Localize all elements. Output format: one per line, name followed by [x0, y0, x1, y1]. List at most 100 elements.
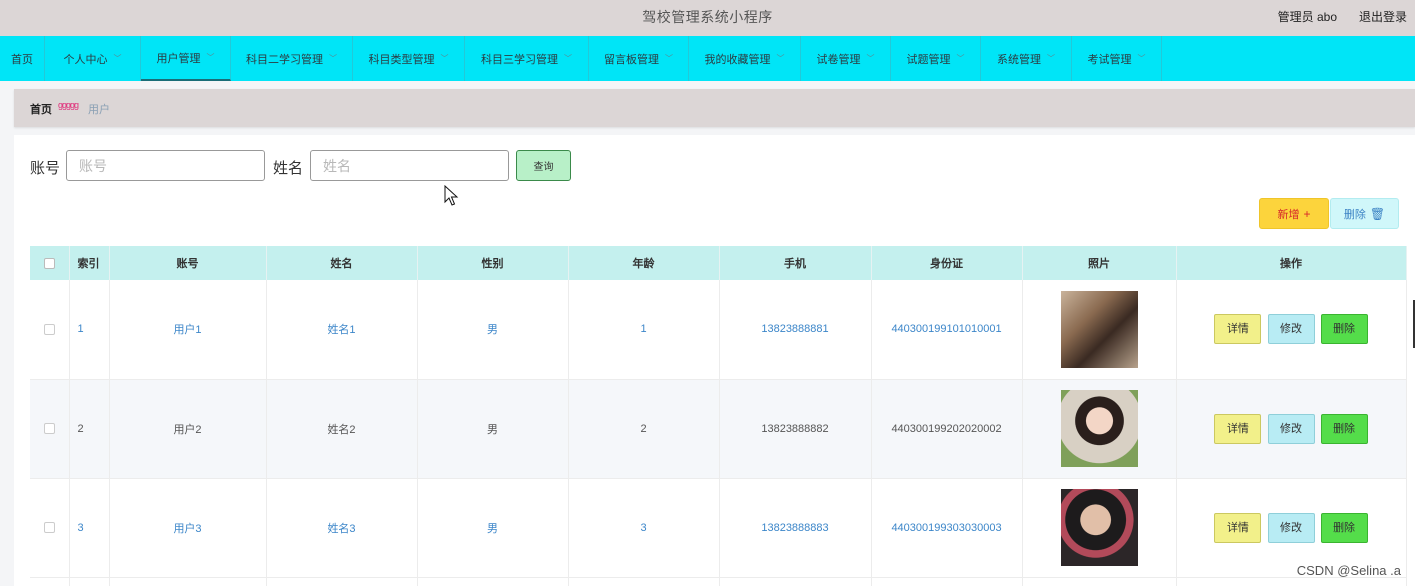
chevron-down-icon: ﹀ — [956, 54, 965, 63]
chevron-down-icon: ﹀ — [329, 54, 337, 63]
main-nav: 首页 个人中心 ﹀ 用户管理 ﹀ 科目二学习管理 ﹀ 科目类型管理 ﹀ 科目三学习管理 ﹀… — [0, 36, 1415, 81]
nav-item-user-management[interactable]: 用户管理 ﹀ — [141, 36, 231, 81]
breadcrumb-home[interactable]: 首页 — [30, 101, 52, 117]
column-header-account: 账号 — [109, 246, 267, 280]
cell-id-card: 440300199101010001 — [871, 280, 1023, 380]
query-button[interactable]: 查询 — [516, 150, 571, 181]
cell-age: 3 — [568, 478, 720, 578]
logout-link[interactable]: 退出登录 — [1359, 0, 1407, 34]
column-header-gender: 性别 — [417, 246, 569, 280]
cell-phone: 13823888881 — [719, 280, 872, 380]
column-header-phone: 手机 — [719, 246, 872, 280]
user-photo — [1060, 489, 1138, 566]
mouse-cursor-icon — [444, 185, 459, 206]
name-label: 姓名 — [273, 160, 304, 177]
top-header: 驾校管理系统小程序 管理员 abo 退出登录 — [0, 0, 1415, 36]
user-photo — [1060, 390, 1138, 467]
cell-age: 2 — [568, 379, 720, 479]
nav-item-subject2-study[interactable]: 科目二学习管理 ﹀ — [231, 36, 353, 81]
cell-photo — [1022, 478, 1177, 578]
column-header-age: 年龄 — [568, 246, 720, 280]
cell-phone: 13823888883 — [719, 478, 872, 578]
cell-index: 2 — [69, 379, 110, 479]
cell-account: 用户3 — [109, 478, 267, 578]
cell-id-card: 440300199303030003 — [871, 478, 1023, 578]
select-all-checkbox[interactable] — [43, 257, 55, 269]
nav-item-subject3-study[interactable]: 科目三学习管理 ﹀ — [465, 36, 589, 81]
cell-actions: 详情 修改 删除 — [1176, 379, 1407, 479]
batch-delete-button[interactable]: 删除 🗑 — [1330, 198, 1399, 229]
row-select-cell — [30, 379, 70, 479]
cell-name: 姓名1 — [266, 280, 418, 380]
select-all-cell — [30, 246, 70, 280]
user-table: 索引 账号 姓名 性别 年龄 手机 身份证 照片 操作 1 用户1 姓名1 男 … — [30, 246, 1407, 586]
row-select-cell — [30, 478, 70, 578]
edit-button[interactable]: 修改 — [1267, 512, 1315, 543]
delete-button[interactable]: 删除 — [1320, 314, 1368, 345]
table-row: 2 用户2 姓名2 男 2 13823888882 44030019920202… — [30, 379, 1407, 479]
nav-item-personal-center[interactable]: 个人中心 ﹀ — [45, 36, 141, 81]
chevron-down-icon: ﹀ — [665, 54, 673, 63]
breadcrumb-current: 用户 — [88, 104, 110, 116]
cell-index: 3 — [69, 478, 110, 578]
table-row: 3 用户3 姓名3 男 3 13823888883 44030019930303… — [30, 478, 1407, 578]
detail-button[interactable]: 详情 — [1214, 512, 1262, 543]
row-select-cell — [30, 280, 70, 380]
cell-photo — [1022, 379, 1177, 479]
row-checkbox[interactable] — [43, 522, 55, 534]
detail-button[interactable]: 详情 — [1214, 413, 1262, 444]
app-title: 驾校管理系统小程序 — [642, 9, 773, 25]
current-user: 管理员 abo — [1277, 10, 1337, 24]
add-button[interactable]: 新增 + — [1259, 198, 1329, 229]
cell-photo — [1022, 280, 1177, 380]
nav-item-my-favorites[interactable]: 我的收藏管理 ﹀ — [689, 36, 801, 81]
cell-age: 1 — [568, 280, 720, 380]
delete-button[interactable]: 删除 — [1320, 512, 1368, 543]
nav-item-exam-paper[interactable]: 试卷管理 ﹀ — [801, 36, 891, 81]
account-search-input[interactable] — [66, 150, 265, 181]
breadcrumb: 首页 ggggg 用户 — [14, 89, 1415, 127]
watermark: CSDN @Selina .a — [1296, 563, 1401, 578]
cell-gender: 男 — [417, 478, 569, 578]
nav-item-message-board[interactable]: 留言板管理 ﹀ — [589, 36, 689, 81]
cell-gender: 男 — [417, 379, 569, 479]
row-checkbox[interactable] — [43, 423, 55, 435]
chevron-down-icon: ﹀ — [564, 54, 572, 63]
cell-phone: 13823888882 — [719, 379, 872, 479]
cell-index: 1 — [69, 280, 110, 380]
cell-gender: 男 — [417, 280, 569, 380]
delete-button[interactable]: 删除 — [1320, 413, 1368, 444]
edit-button[interactable]: 修改 — [1267, 314, 1315, 345]
detail-button[interactable]: 详情 — [1214, 314, 1262, 345]
trash-icon: 🗑 — [1369, 206, 1386, 221]
user-photo — [1060, 290, 1138, 368]
cell-account: 用户1 — [109, 280, 267, 380]
table-row: 1 用户1 姓名1 男 1 13823888881 44030019910101… — [30, 280, 1407, 380]
cell-name: 姓名2 — [266, 379, 418, 479]
account-label: 账号 — [30, 160, 61, 177]
column-header-photo: 照片 — [1022, 246, 1177, 280]
chevron-down-icon: ﹀ — [1137, 54, 1146, 63]
nav-item-exam-management[interactable]: 考试管理 ﹀ — [1072, 36, 1162, 81]
cell-account: 用户2 — [109, 379, 267, 479]
breadcrumb-separator: ggggg — [58, 100, 79, 110]
chevron-down-icon: ﹀ — [206, 53, 215, 62]
chevron-down-icon: ﹀ — [776, 54, 785, 63]
chevron-down-icon: ﹀ — [1047, 54, 1055, 63]
plus-icon: + — [1303, 206, 1311, 221]
nav-item-subject-type[interactable]: 科目类型管理 ﹀ — [353, 36, 465, 81]
chevron-down-icon: ﹀ — [866, 54, 875, 63]
nav-item-exam-questions[interactable]: 试题管理 ﹀ — [891, 36, 981, 81]
edit-button[interactable]: 修改 — [1267, 413, 1315, 444]
cell-name: 姓名3 — [266, 478, 418, 578]
column-header-index: 索引 — [69, 246, 110, 280]
nav-item-home[interactable]: 首页 — [0, 36, 45, 81]
nav-item-system[interactable]: 系统管理 ﹀ — [981, 36, 1072, 81]
table-row — [30, 577, 1407, 586]
chevron-down-icon: ﹀ — [440, 54, 449, 63]
table-header-row: 索引 账号 姓名 性别 年龄 手机 身份证 照片 操作 — [30, 246, 1407, 280]
name-search-input[interactable] — [310, 150, 509, 181]
cell-actions: 详情 修改 删除 — [1176, 280, 1407, 380]
row-checkbox[interactable] — [43, 323, 55, 335]
chevron-down-icon: ﹀ — [113, 54, 122, 63]
